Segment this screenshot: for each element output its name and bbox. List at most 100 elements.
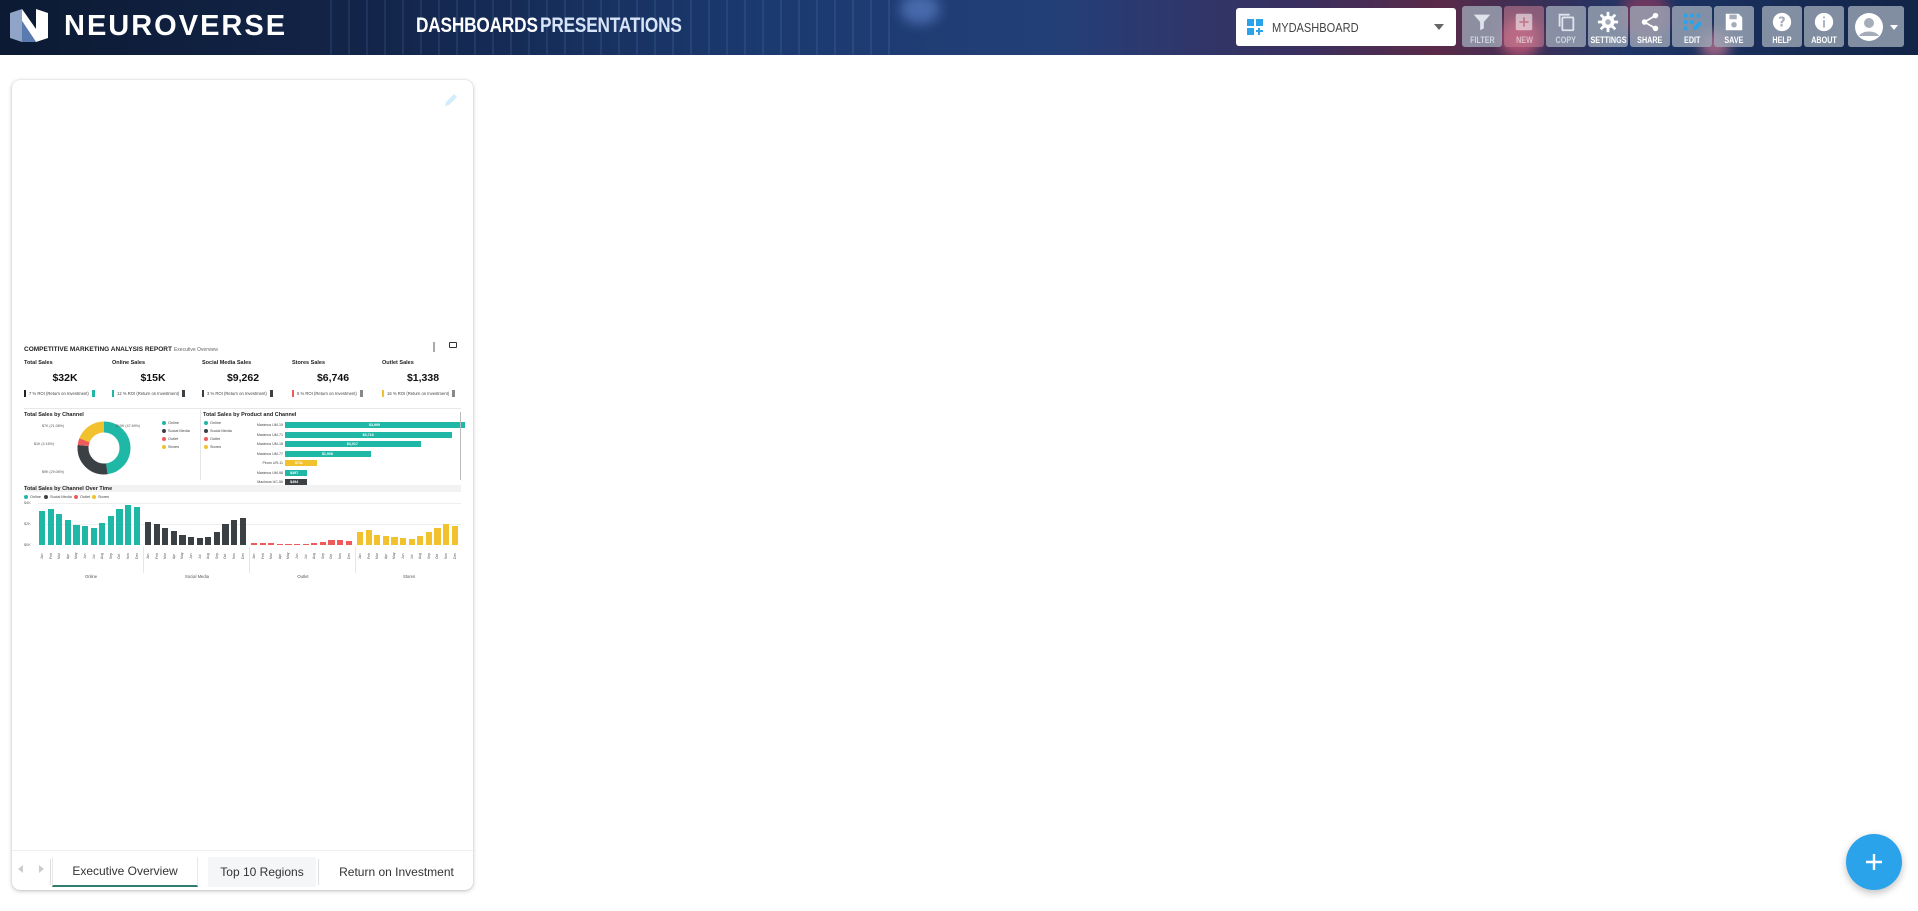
group-label: Stores: [402, 574, 416, 579]
tab-scroll-left-icon[interactable]: [18, 865, 23, 873]
kpi-label: Social Media Sales: [202, 360, 252, 366]
group-divider: [355, 547, 356, 573]
nav-presentations[interactable]: PRESENTATIONS: [540, 14, 682, 38]
kpi-roi: 3 % ROI (Return on Investment): [207, 391, 267, 396]
kpi-roi-marker: [112, 390, 114, 397]
bar-category-label: Maximus UM-71: [256, 432, 283, 437]
tab-scroll-right-icon[interactable]: [39, 865, 44, 873]
grid-line: [38, 503, 461, 504]
about-button[interactable]: ABOUT: [1804, 6, 1844, 47]
column-bar: [170, 531, 177, 545]
tab-top-10-regions[interactable]: Top 10 Regions: [208, 857, 316, 887]
legend-label: Online: [30, 495, 41, 499]
bar-value-label: $711: [295, 461, 303, 465]
help-button[interactable]: ? HELP: [1762, 6, 1802, 47]
month-label: May: [286, 552, 291, 559]
user-menu-button[interactable]: [1848, 6, 1904, 47]
report-scrollbar: [433, 342, 435, 352]
divider: [24, 408, 461, 409]
column-bar: [107, 515, 114, 545]
comment-icon: [449, 342, 457, 348]
column-bar: [73, 525, 80, 545]
save-button[interactable]: SAVE: [1714, 6, 1754, 47]
column-bar: [408, 538, 415, 545]
add-box-icon: [1515, 13, 1533, 31]
settings-button-label: SETTINGS: [1590, 35, 1627, 45]
month-label: May: [180, 552, 185, 559]
gear-icon: [1597, 11, 1619, 33]
column-bar: [64, 519, 71, 545]
report-card[interactable]: COMPETITIVE MARKETING ANALYSIS REPORT Exe…: [12, 80, 473, 890]
tab-divider: [50, 859, 51, 885]
month-label: Jul: [197, 554, 202, 559]
month-label: Nov: [338, 552, 342, 559]
column-bar: [153, 524, 160, 545]
column-bar: [116, 509, 123, 545]
share-icon: [1641, 12, 1659, 32]
legend-label: Online: [168, 421, 179, 425]
column-bar: [443, 524, 450, 545]
dashboard-select[interactable]: MYDASHBOARD: [1236, 8, 1456, 46]
column-bar: [382, 535, 389, 545]
add-floating-button[interactable]: [1846, 834, 1902, 890]
new-button[interactable]: NEW: [1504, 6, 1544, 47]
bar-category-label: Pirum UR-11: [262, 461, 283, 465]
user-avatar-icon: [1855, 13, 1883, 41]
bar-value-label: $1,908: [321, 451, 333, 456]
column-bar: [276, 543, 283, 545]
month-label: Jan: [252, 553, 256, 559]
brand-name: NEUROVERSE: [64, 10, 288, 42]
bar-value-label: $3,718: [362, 432, 374, 437]
legend-label: Outlet: [168, 437, 179, 441]
column-bar: [90, 528, 97, 545]
month-label: Apr: [171, 553, 176, 559]
settings-button[interactable]: SETTINGS: [1588, 6, 1628, 47]
kpi-roi: 5 % ROI (Return on Investment): [297, 391, 357, 396]
new-button-label: NEW: [1515, 35, 1533, 45]
legend-label: Outlet: [210, 437, 221, 441]
share-button-label: SHARE: [1637, 35, 1663, 45]
kpi-roi: 12 % ROI (Return on Investment): [117, 391, 180, 396]
tab-executive-overview[interactable]: Executive Overview: [52, 857, 198, 887]
month-label: Feb: [48, 553, 53, 559]
edit-pencil-icon[interactable]: [443, 92, 459, 108]
column-bar: [357, 532, 364, 545]
column-bar: [213, 532, 220, 545]
legend-outlet: Outlet: [162, 437, 178, 441]
month-label: Jun: [83, 553, 87, 559]
nav-dashboards[interactable]: DASHBOARDS: [416, 14, 538, 38]
y-tick: $0K: [24, 543, 31, 547]
tab-return-on-investment[interactable]: Return on Investment: [324, 857, 469, 887]
share-button[interactable]: SHARE: [1630, 6, 1670, 47]
column-bar: [365, 530, 372, 545]
month-label: Aug: [100, 552, 105, 559]
column-bar: [99, 522, 106, 545]
legend-stores: Stores: [162, 445, 179, 449]
month-label: May: [74, 552, 79, 559]
save-icon: [1725, 13, 1743, 31]
month-label: Dec: [452, 552, 457, 559]
y-tick: $4K: [24, 501, 31, 505]
bar-value-label: $497: [290, 470, 299, 475]
column-bar: [259, 542, 266, 545]
column-bar: [285, 543, 292, 545]
neuroverse-logo-icon[interactable]: [10, 9, 48, 42]
month-label: Apr: [383, 553, 388, 559]
month-label: Feb: [260, 553, 265, 559]
copy-button[interactable]: COPY: [1546, 6, 1586, 47]
panel-scrollbar: [460, 412, 461, 480]
month-label: Mar: [163, 553, 168, 559]
column-bar: [82, 526, 89, 545]
plus-icon: [1866, 854, 1882, 870]
filter-button[interactable]: FILTER: [1462, 6, 1502, 47]
column-bar: [374, 534, 381, 545]
month-label: Jun: [401, 553, 405, 559]
app-header: NEUROVERSE DASHBOARDS PRESENTATIONS MYDA…: [0, 0, 1918, 55]
bar-value-label: $3,999: [369, 423, 380, 427]
report-title: COMPETITIVE MARKETING ANALYSIS REPORT Exe…: [24, 346, 218, 353]
kpi-roi: 16 % ROI (Return on Investment): [387, 391, 450, 396]
kpi-roi-cap: [359, 390, 363, 397]
month-label: Oct: [329, 553, 334, 559]
edit-button[interactable]: EDIT: [1672, 6, 1712, 47]
report-subtitle: Executive Overview: [173, 347, 218, 353]
